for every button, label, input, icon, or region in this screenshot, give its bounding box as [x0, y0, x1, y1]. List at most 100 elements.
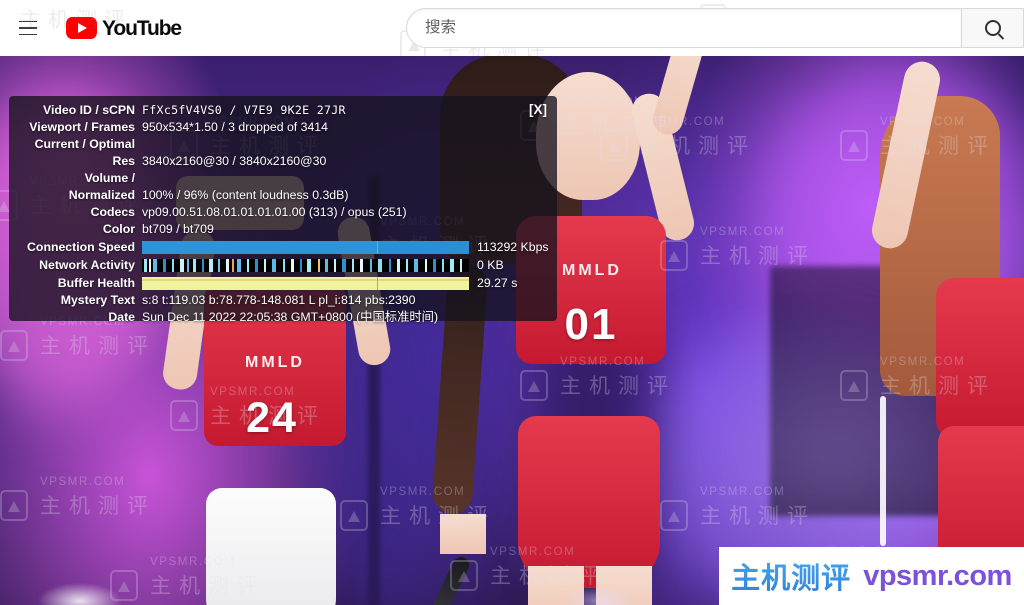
stats-bar-value: 29.27 s	[477, 275, 518, 290]
network-activity-stripe	[378, 258, 382, 272]
network-activity-stripe	[460, 258, 462, 272]
network-activity-stripe	[264, 258, 266, 272]
stats-row-label: Mystery Text	[60, 293, 135, 307]
search-magnifier-icon	[984, 20, 1001, 36]
youtube-page: 主机测评 VPSMR.COM 主机测评 主机测评 YouTube	[0, 0, 1024, 605]
network-activity-stripe	[237, 258, 241, 272]
stats-row: Color bt709 / bt709	[9, 221, 557, 238]
performer-left-brand: MMLD	[245, 354, 305, 371]
stats-bar-wrap: 113292 Kbps	[142, 239, 557, 254]
top-header-bar: 主机测评 VPSMR.COM 主机测评 主机测评 YouTube	[0, 0, 1024, 56]
performer-left-number: 24	[246, 394, 298, 442]
youtube-logo[interactable]: YouTube	[66, 16, 182, 40]
youtube-wordmark: YouTube	[102, 16, 182, 40]
stats-row-value: 3840x2160@30 / 3840x2160@30	[142, 154, 327, 168]
network-activity-stripe	[172, 258, 174, 272]
stats-row: Volume /	[9, 170, 557, 187]
stats-bar-wrap: 0 KB	[142, 257, 557, 272]
stats-row: Video ID / sCPN FfXc5fV4VS0 / V7E9 9K2E 2…	[9, 102, 557, 119]
performer-right	[868, 58, 1024, 605]
stats-row-label: Normalized	[68, 188, 135, 202]
stats-row: Date Sun Dec 11 2022 22:05:38 GMT+0800 (中…	[9, 309, 557, 326]
network-activity-stripe	[218, 258, 220, 272]
stats-row-value: Sun Dec 11 2022 22:05:38 GMT+0800 (中国标准时…	[142, 310, 439, 324]
network-activity-stripe	[414, 258, 418, 272]
youtube-play-icon	[66, 17, 97, 39]
stats-for-nerds-panel[interactable]: [X] Video ID / sCPN FfXc5fV4VS0 / V7E9 9K…	[9, 96, 557, 324]
network-activity-stripe	[397, 258, 400, 272]
network-activity-stripe	[202, 258, 204, 272]
stats-row: Mystery Text s:8 t:119.03 b:78.778-148.08…	[9, 292, 557, 309]
search-submit-button[interactable]	[962, 8, 1024, 48]
stats-row: Viewport / Frames 950x534*1.50 / 3 droppe…	[9, 119, 557, 136]
network-activity-stripe	[352, 258, 354, 272]
buffer-health-bar	[142, 276, 469, 290]
network-activity-stripe	[307, 258, 311, 272]
stats-row-label: Video ID / sCPN	[42, 103, 135, 117]
network-activity-stripe	[247, 258, 249, 272]
stats-row-label: Res	[112, 154, 135, 168]
stats-row-label: Date	[108, 310, 135, 324]
network-activity-stripe	[149, 258, 151, 272]
stats-bar-value: 0 KB	[477, 257, 504, 272]
performer-top	[936, 278, 1024, 438]
stats-bars-group: Connection Speed 113292 Kbps Network Activ…	[9, 238, 557, 292]
stats-footer-group: Mystery Text s:8 t:119.03 b:78.778-148.08…	[9, 292, 557, 326]
network-activity-stripe	[370, 258, 372, 272]
network-activity-stripe	[187, 258, 189, 272]
network-activity-stripe	[153, 258, 157, 272]
stats-row-label: Codecs	[90, 205, 135, 219]
stats-row-label: Volume /	[84, 171, 135, 185]
stats-row-value: bt709 / bt709	[142, 222, 214, 236]
network-activity-stripe	[300, 258, 302, 272]
stats-row-value: s:8 t:119.03 b:78.778-148.081 L pl_i:814…	[142, 293, 416, 307]
network-activity-stripe	[433, 258, 436, 272]
stats-row-label: Current / Optimal	[34, 137, 135, 151]
network-activity-stripe	[193, 258, 196, 272]
badge-label-cn: 主机测评	[731, 555, 851, 597]
connection-speed-bar	[142, 240, 469, 254]
network-activity-stripe	[342, 258, 346, 272]
network-activity-stripe	[163, 258, 166, 272]
network-activity-stripe	[334, 258, 336, 272]
network-activity-stripe	[389, 258, 391, 272]
stats-row-label: Color	[102, 222, 135, 236]
stats-rows-group: Video ID / sCPN FfXc5fV4VS0 / V7E9 9K2E 2…	[9, 102, 557, 238]
network-activity-stripe	[318, 258, 320, 272]
network-activity-stripe	[232, 258, 234, 272]
network-activity-stripe	[360, 258, 363, 272]
performer-forearm	[649, 56, 709, 139]
performer-shorts-stripe	[880, 396, 886, 546]
stats-row-value: 950x534*1.50 / 3 dropped of 3414	[142, 120, 328, 134]
stats-bar-row: Connection Speed 113292 Kbps	[9, 238, 557, 256]
search-input[interactable]	[425, 19, 961, 37]
network-activity-bar	[142, 258, 469, 272]
network-activity-stripe	[325, 258, 328, 272]
stats-bar-value: 113292 Kbps	[477, 239, 549, 254]
hamburger-menu-icon[interactable]	[8, 8, 48, 48]
stats-bar-row: Network Activity 0 KB	[9, 256, 557, 274]
stats-row-value: FfXc5fV4VS0 / V7E9 9K2E 27JR	[142, 103, 346, 117]
stats-row-value: 100% / 96% (content loudness 0.3dB)	[142, 188, 349, 202]
site-watermark-badge: 主机测评 vpsmr.com	[719, 547, 1024, 605]
network-activity-stripe	[272, 258, 276, 272]
stats-bar-label: Buffer Health	[57, 275, 135, 290]
network-activity-stripe	[442, 258, 444, 272]
network-activity-stripe	[209, 258, 213, 272]
close-icon[interactable]: [X]	[529, 103, 547, 117]
network-activity-stripe	[291, 258, 294, 272]
badge-label-en: vpsmr.com	[863, 559, 1012, 592]
stats-row: Codecs vp09.00.51.08.01.01.01.01.00 (313)…	[9, 204, 557, 221]
search-area	[406, 8, 1024, 48]
network-activity-stripe	[226, 258, 229, 272]
stats-bar-label: Network Activity	[39, 257, 135, 272]
header-left-group: YouTube	[0, 8, 182, 48]
network-activity-stripe	[255, 258, 258, 272]
video-player-surface[interactable]: MMLD 24 MMLD 01 VPSMR.COM 主机测评 VPSMR.COM…	[0, 56, 1024, 605]
stats-row-label: Viewport / Frames	[29, 120, 135, 134]
search-box[interactable]	[406, 8, 962, 48]
stats-bar-row: Buffer Health 29.27 s	[9, 274, 557, 292]
network-activity-stripe	[180, 258, 184, 272]
network-activity-stripe	[144, 258, 147, 272]
network-activity-stripe	[406, 258, 408, 272]
